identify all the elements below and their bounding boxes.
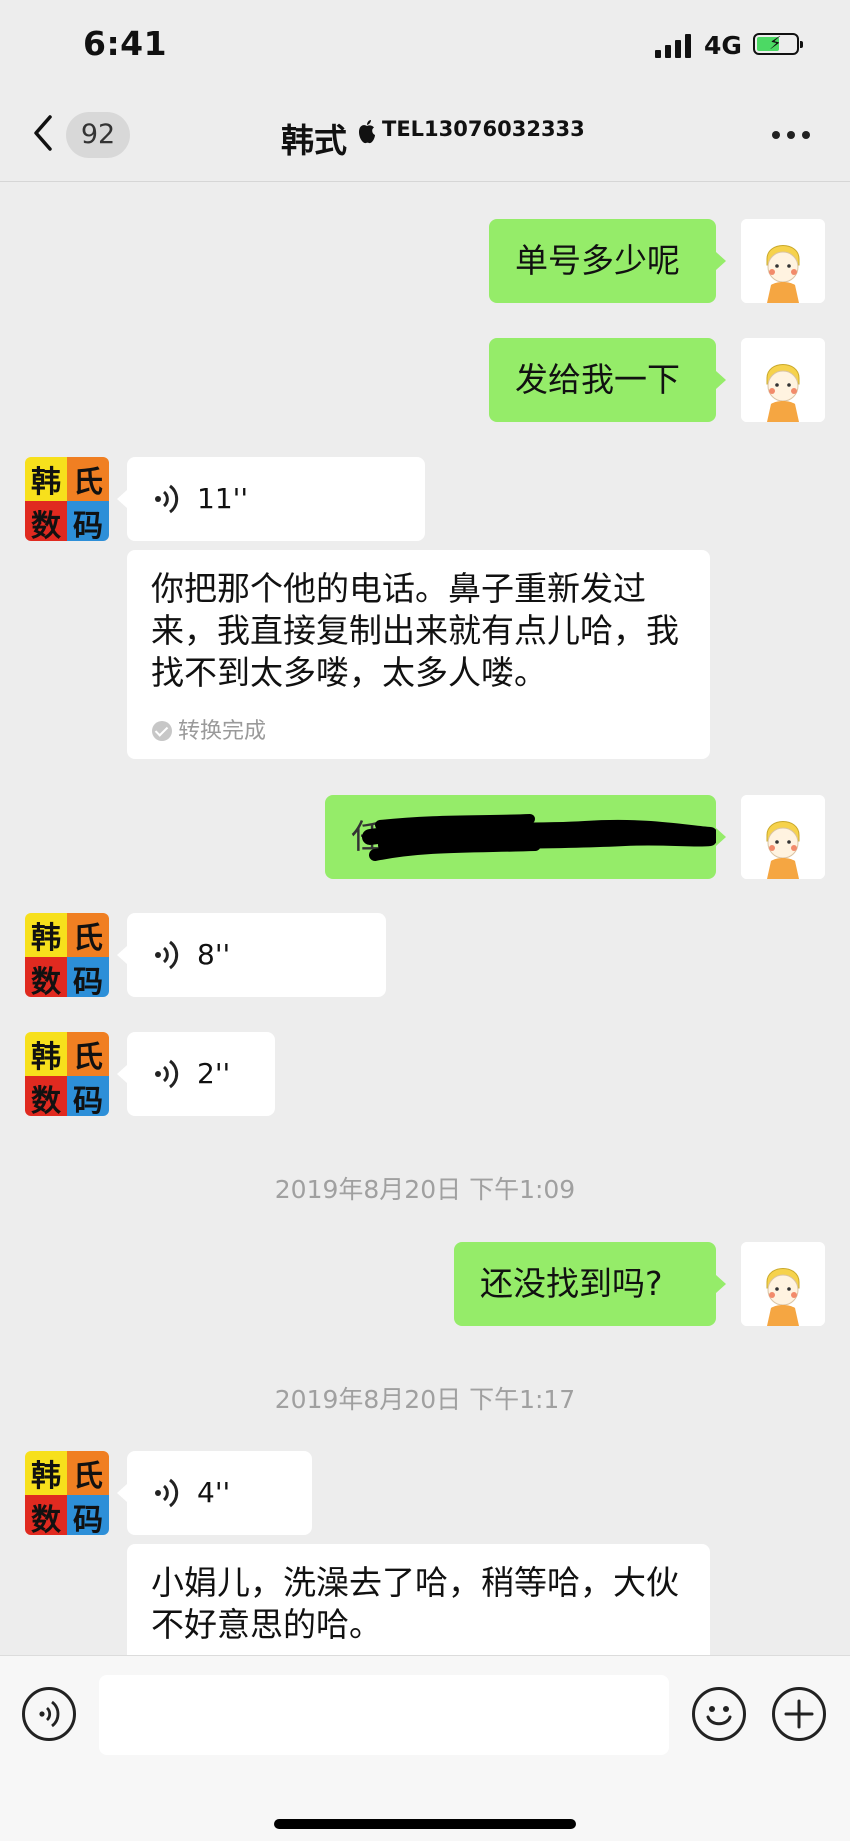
signal-strength-icon — [655, 34, 693, 58]
home-indicator[interactable] — [274, 1819, 576, 1829]
apple-logo-icon — [359, 120, 375, 144]
voice-input-button[interactable] — [22, 1687, 76, 1741]
my-avatar[interactable] — [741, 1242, 825, 1326]
status-time: 6:41 — [83, 24, 168, 63]
outgoing-message[interactable]: 单号多少呢 — [489, 219, 716, 303]
voice-wave-icon — [155, 1059, 179, 1089]
check-circle-icon — [152, 721, 172, 741]
voice-wave-icon — [155, 940, 179, 970]
battery-charging-icon: ⚡ — [753, 33, 803, 55]
voice-wave-icon — [155, 1478, 179, 1508]
input-bar — [0, 1655, 850, 1841]
outgoing-message[interactable]: 还没找到吗? — [454, 1242, 716, 1326]
network-type: 4G — [704, 31, 742, 60]
outgoing-message-redacted[interactable]: 任 — [325, 795, 716, 879]
timestamp: 2019年8月20日 下午1:17 — [274, 1385, 576, 1414]
voice-message[interactable]: 8'' — [127, 913, 386, 997]
status-bar: 6:41 4G ⚡ — [0, 0, 850, 95]
back-chevron-icon[interactable] — [28, 113, 58, 153]
timestamp: 2019年8月20日 下午1:09 — [274, 1175, 576, 1204]
my-avatar[interactable] — [741, 338, 825, 422]
chat-header: 92 韩式 TEL13076032333 — [0, 95, 850, 182]
voice-message[interactable]: 11'' — [127, 457, 425, 541]
voice-message[interactable]: 2'' — [127, 1032, 275, 1116]
voice-transcript[interactable]: 小娟儿，洗澡去了哈，稍等哈，大伙不好意思的哈。 — [127, 1544, 710, 1655]
transcript-status: 转换完成 — [152, 713, 266, 745]
contact-avatar[interactable]: 韩 氏 数 码 — [25, 1032, 109, 1116]
contact-avatar[interactable]: 韩 氏 数 码 — [25, 1451, 109, 1535]
smiley-icon — [706, 1706, 732, 1726]
my-avatar[interactable] — [741, 219, 825, 303]
outgoing-message[interactable]: 发给我一下 — [489, 338, 716, 422]
more-functions-button[interactable] — [772, 1687, 826, 1741]
unread-count-badge[interactable]: 92 — [66, 112, 130, 158]
message-input[interactable] — [99, 1675, 669, 1755]
voice-wave-icon — [39, 1700, 60, 1728]
contact-avatar[interactable]: 韩 氏 数 码 — [25, 457, 109, 541]
voice-message[interactable]: 4'' — [127, 1451, 312, 1535]
more-options-icon[interactable] — [772, 131, 812, 141]
chat-subtitle-phone: TEL13076032333 — [382, 117, 585, 141]
chat-title: 韩式 — [281, 121, 347, 160]
voice-wave-icon — [155, 484, 179, 514]
my-avatar[interactable] — [741, 795, 825, 879]
redaction-scribble — [362, 814, 716, 861]
emoji-button[interactable] — [692, 1687, 746, 1741]
contact-avatar[interactable]: 韩 氏 数 码 — [25, 913, 109, 997]
plus-icon — [784, 1699, 814, 1729]
